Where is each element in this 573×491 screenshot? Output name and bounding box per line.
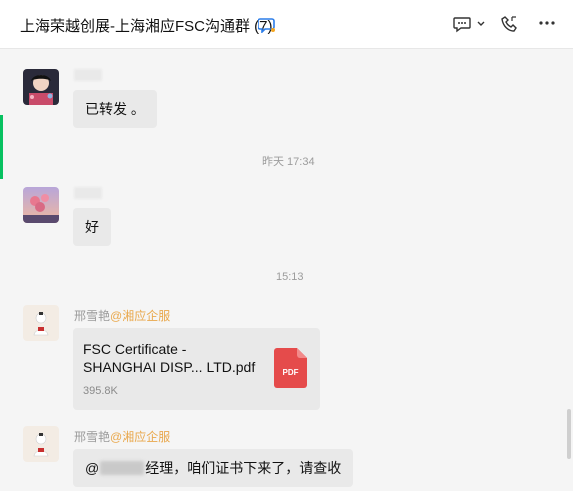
mention-redacted [100, 461, 145, 475]
message-bubble[interactable]: 已转发 。 [73, 90, 157, 128]
more-icon[interactable] [538, 20, 556, 26]
avatar[interactable] [23, 69, 59, 105]
message-bubble[interactable]: 好 [73, 208, 111, 246]
timestamp: 昨天 17:34 [262, 156, 315, 168]
sender-name: 邢雪艳 [74, 309, 111, 323]
sender-label: 邢雪艳@湘应企服 [74, 428, 170, 445]
chat-header: 上海荣越创展-上海湘应FSC沟通群 (7) [0, 0, 573, 49]
message-text: 好 [85, 219, 99, 235]
sender-tag: @湘应企服 [110, 309, 171, 323]
file-message[interactable]: FSC Certificate - SHANGHAI DISP... LTD.p… [73, 328, 320, 410]
avatar[interactable] [23, 305, 59, 341]
sender-name-redacted [74, 69, 102, 81]
message-bubble[interactable]: @ 经理，咱们证书下来了，请查收 [73, 449, 354, 487]
file-size: 395.8K [83, 385, 118, 397]
message-text-prefix: @ [85, 460, 100, 476]
message-text: 已转发 。 [85, 101, 145, 117]
sender-name-redacted [74, 187, 102, 199]
chat-title: 上海荣越创展-上海湘应FSC沟通群 (7) [20, 18, 273, 35]
scrollbar[interactable] [567, 409, 571, 459]
timestamp: 15:13 [276, 271, 304, 283]
unread-indicator [0, 115, 3, 179]
avatar[interactable] [23, 426, 59, 462]
chat-bubble-icon[interactable] [258, 17, 276, 33]
phone-icon[interactable] [500, 14, 520, 34]
pdf-file-icon: PDF [274, 348, 307, 388]
sender-tag: @湘应企服 [110, 430, 171, 444]
more-chat-icon[interactable] [452, 14, 472, 34]
sender-name: 邢雪艳 [74, 430, 111, 444]
sender-label: 邢雪艳@湘应企服 [74, 307, 170, 324]
chevron-down-icon[interactable] [476, 19, 486, 29]
file-name: FSC Certificate - SHANGHAI DISP... LTD.p… [83, 341, 256, 375]
message-text: 经理，咱们证书下来了，请查收 [145, 460, 342, 476]
avatar[interactable] [23, 187, 59, 223]
message-list[interactable]: 已转发 。 昨天 17:34 好 15:13 邢雪艳@湘应企服 FSC Cert… [0, 49, 573, 491]
file-type-label: PDF [283, 368, 299, 377]
